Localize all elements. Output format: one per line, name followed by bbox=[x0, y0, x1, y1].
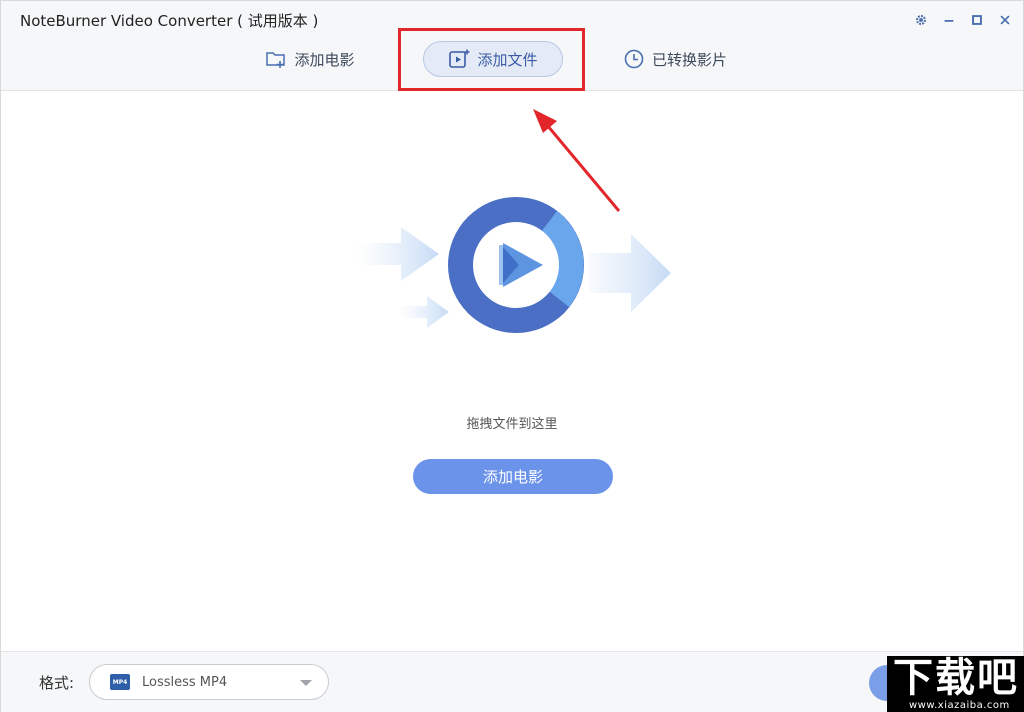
drop-hint-text: 拖拽文件到这里 bbox=[466, 417, 558, 432]
format-select-value: Lossless MP4 bbox=[142, 674, 228, 690]
incoming-arrow-small bbox=[399, 296, 449, 328]
tab-converted[interactable]: 已转换影片 bbox=[613, 41, 737, 77]
add-movie-button[interactable]: 添加电影 bbox=[413, 459, 613, 494]
clock-icon bbox=[624, 49, 644, 69]
tab-add-movie[interactable]: 添加电影 bbox=[255, 41, 365, 77]
tab-add-movie-label: 添加电影 bbox=[294, 50, 355, 69]
annotation-highlight-box bbox=[398, 28, 585, 91]
site-watermark: 下载吧 www.xiazaiba.com bbox=[887, 656, 1024, 712]
outgoing-arrow bbox=[589, 234, 671, 312]
mp4-file-icon: MP4 bbox=[110, 674, 130, 690]
format-label: 格式: bbox=[39, 674, 75, 692]
video-convert-illustration bbox=[357, 197, 671, 333]
footer: 格式: MP4 Lossless MP4 bbox=[1, 651, 1023, 712]
window-title: NoteBurner Video Converter ( 试用版本 ) bbox=[20, 12, 319, 30]
gear-icon[interactable] bbox=[912, 11, 930, 29]
minimize-icon[interactable] bbox=[940, 11, 958, 29]
folder-plus-icon bbox=[266, 52, 286, 68]
incoming-arrow-large bbox=[357, 227, 439, 281]
drop-area[interactable]: 拖拽文件到这里 添加电影 bbox=[1, 92, 1023, 651]
chevron-down-icon bbox=[300, 680, 312, 686]
tab-converted-label: 已转换影片 bbox=[651, 50, 727, 69]
close-icon[interactable] bbox=[996, 11, 1014, 29]
format-select[interactable]: MP4 Lossless MP4 bbox=[89, 664, 329, 700]
app-window: NoteBurner Video Converter ( 试用版本 ) 添加电影 bbox=[0, 0, 1024, 712]
watermark-domain: www.xiazaiba.com bbox=[909, 700, 1010, 711]
watermark-brand: 下载吧 bbox=[893, 656, 1019, 701]
maximize-icon[interactable] bbox=[968, 11, 986, 29]
